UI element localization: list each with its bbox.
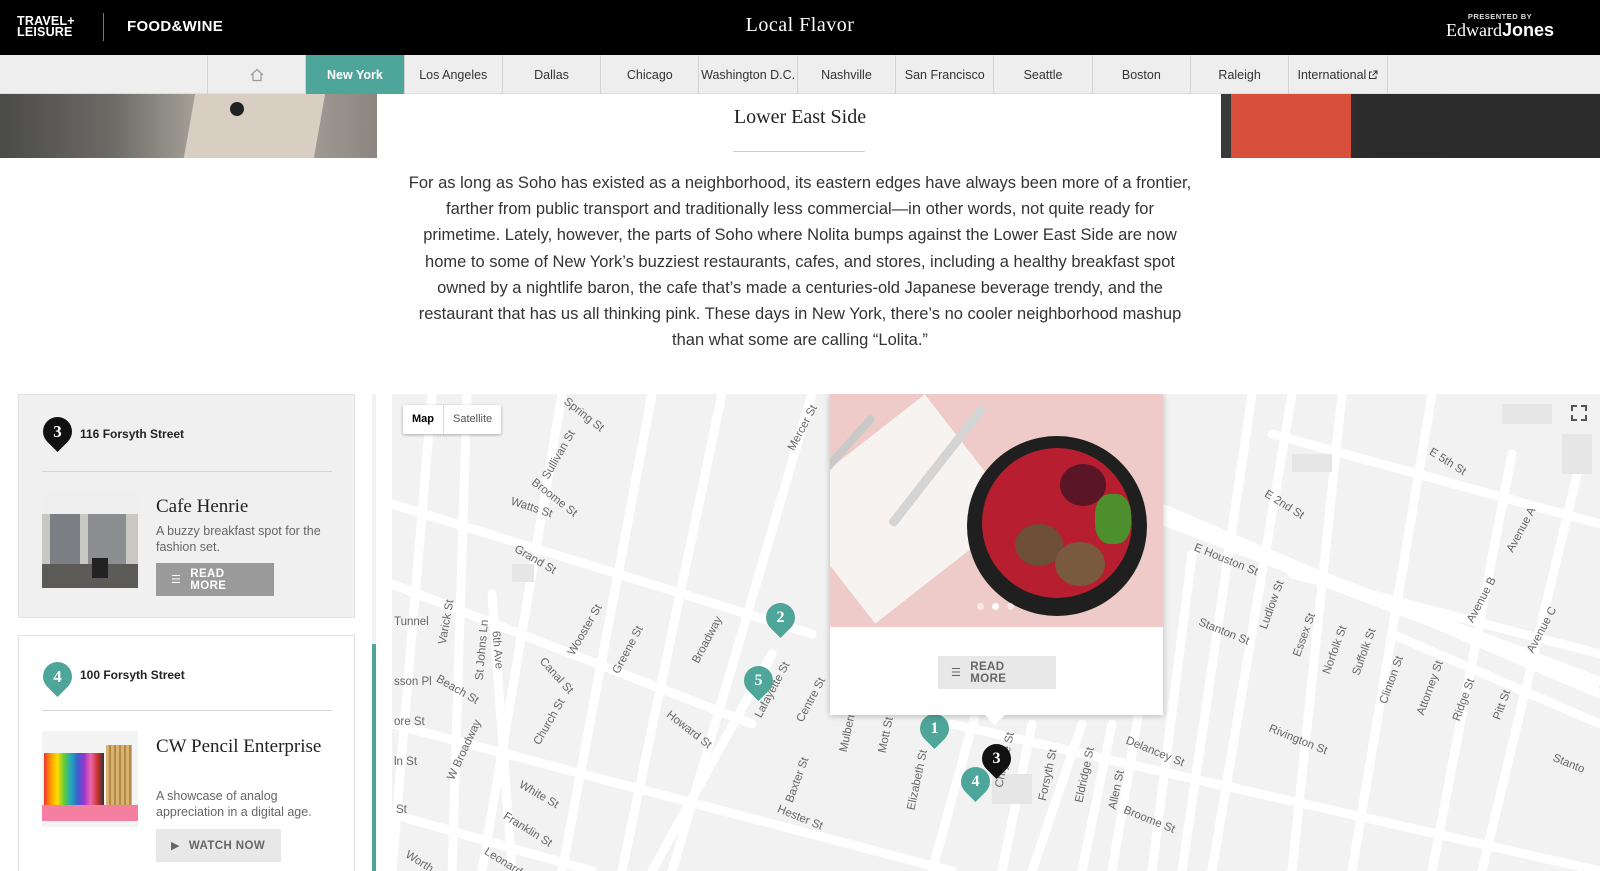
location-card[interactable]: 4 100 Forsyth Street CW Pencil Enterpris… (18, 635, 355, 871)
card-address: 100 Forsyth Street (80, 668, 185, 682)
nav-item-international[interactable]: International (1289, 55, 1388, 94)
list-icon: ☰ (171, 574, 182, 586)
page-title: Local Flavor (745, 14, 855, 36)
city-nav-list: New York Los Angeles Dallas Chicago Wash… (207, 55, 1388, 94)
nav-item-dallas[interactable]: Dallas (503, 55, 602, 94)
section-title: Lower East Side (733, 106, 867, 128)
map-type-toggle: Map Satellite (403, 405, 502, 434)
pin-number: 2 (776, 608, 785, 626)
external-link-icon (1369, 70, 1378, 79)
card-title: Cafe Henrie (156, 496, 249, 517)
map-pin-4[interactable]: 4 (954, 760, 997, 803)
pin-number: 1 (930, 719, 939, 737)
street-label: Tunnel (394, 616, 429, 628)
carousel-dot-3[interactable] (1007, 603, 1014, 610)
cafe-henrie-photo (42, 492, 138, 588)
card-description: A showcase of analog appreciation in a d… (156, 789, 312, 819)
carousel-dot-1[interactable] (977, 603, 984, 610)
street-label: sson Pl (394, 676, 432, 688)
pin-number: 4 (971, 772, 980, 790)
map-type-satellite-button[interactable]: Satellite (444, 405, 501, 434)
cw-pencil-photo (42, 731, 138, 827)
fullscreen-icon[interactable] (1568, 402, 1590, 424)
nav-item-los-angeles[interactable]: Los Angeles (405, 55, 503, 94)
nav-item-international-label: International (1297, 67, 1367, 82)
watch-now-label: WATCH NOW (188, 839, 266, 852)
street-label: ore St (394, 716, 425, 728)
map-info-popup: ☰ READ MORE (830, 394, 1163, 725)
pin-number: 5 (754, 671, 763, 689)
street-label: St (396, 804, 407, 816)
read-more-button[interactable]: ☰ READ MORE (156, 563, 274, 596)
article-body: For as long as Soho has existed as a nei… (408, 174, 1192, 350)
watch-now-button[interactable]: ▶ WATCH NOW (156, 829, 281, 862)
list-icon: ☰ (951, 667, 962, 679)
map-type-map-button[interactable]: Map (403, 405, 444, 434)
pin-number: 4 (53, 666, 62, 686)
popup-food-photo[interactable] (830, 394, 1163, 627)
popup-read-more-label: READ MORE (970, 660, 1007, 685)
card-description: A buzzy breakfast spot for the fashion s… (156, 524, 321, 554)
play-icon: ▶ (171, 840, 180, 852)
read-more-label: READ MORE (190, 567, 227, 592)
photo-meatball (1055, 542, 1105, 586)
nav-item-new-york[interactable]: New York (306, 55, 405, 94)
list-scrollbar-thumb[interactable] (372, 644, 376, 871)
nav-item-washington-dc[interactable]: Washington D.C. (699, 55, 798, 94)
nav-item-nashville[interactable]: Nashville (798, 55, 897, 94)
card-address: 116 Forsyth Street (80, 427, 185, 441)
popup-read-more-button[interactable]: ☰ READ MORE (938, 656, 1056, 689)
card-divider (42, 471, 332, 472)
map[interactable]: Spring St Sullivan St Broome St Watts St… (392, 394, 1600, 871)
nav-item-boston[interactable]: Boston (1093, 55, 1191, 94)
carousel-dot-2[interactable] (992, 603, 999, 610)
location-card[interactable]: 3 116 Forsyth Street Cafe Henrie A buzzy… (18, 394, 355, 618)
nav-item-raleigh[interactable]: Raleigh (1191, 55, 1290, 94)
pin-number: 3 (53, 421, 62, 441)
map-pin-2[interactable]: 2 (759, 596, 802, 639)
carousel-dots (977, 603, 1014, 610)
sponsor-logo[interactable]: PRESENTED BY EdwardJones (1446, 12, 1554, 39)
photo-greens (1095, 494, 1131, 544)
popup-pointer (985, 715, 1005, 725)
sponsor-last: Jones (1501, 20, 1554, 40)
city-nav: New York Los Angeles Dallas Chicago Wash… (0, 55, 1600, 94)
card-title: CW Pencil Enterprise (156, 736, 322, 757)
map-pin-1[interactable]: 1 (913, 707, 956, 750)
top-bar: TRAVEL+ LEISURE FOOD&WINE Local Flavor P… (0, 0, 1600, 55)
sponsor-name: EdwardJones (1446, 21, 1554, 39)
nav-item-san-francisco[interactable]: San Francisco (896, 55, 995, 94)
street-label: ln St (394, 756, 418, 768)
nav-home-button[interactable] (208, 55, 307, 94)
home-icon (250, 68, 264, 81)
nav-item-chicago[interactable]: Chicago (601, 55, 700, 94)
nav-item-seattle[interactable]: Seattle (994, 55, 1093, 94)
title-divider (733, 151, 865, 152)
sponsor-first: Edward (1445, 20, 1502, 40)
map-pin-5[interactable]: 5 (737, 659, 780, 702)
card-divider (42, 710, 332, 711)
